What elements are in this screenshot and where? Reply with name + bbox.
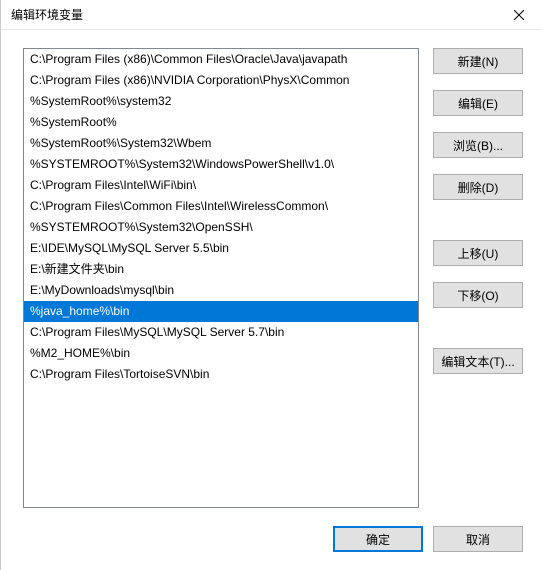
list-item[interactable]: C:\Program Files\Intel\WiFi\bin\ — [24, 175, 418, 196]
edit-env-var-dialog: 编辑环境变量 C:\Program Files (x86)\Common Fil… — [0, 0, 541, 570]
move-up-button[interactable]: 上移(U) — [433, 240, 523, 266]
list-item[interactable]: %SYSTEMROOT%\System32\OpenSSH\ — [24, 217, 418, 238]
path-listbox[interactable]: C:\Program Files (x86)\Common Files\Orac… — [23, 48, 419, 508]
list-item[interactable]: E:\MyDownloads\mysql\bin — [24, 280, 418, 301]
list-item[interactable]: %SYSTEMROOT%\System32\WindowsPowerShell\… — [24, 154, 418, 175]
list-item[interactable]: E:\新建文件夹\bin — [24, 259, 418, 280]
browse-button[interactable]: 浏览(B)... — [433, 132, 523, 158]
move-down-button[interactable]: 下移(O) — [433, 282, 523, 308]
list-item[interactable]: C:\Program Files (x86)\Common Files\Orac… — [24, 49, 418, 70]
close-button[interactable] — [496, 0, 541, 30]
list-item[interactable]: E:\IDE\MySQL\MySQL Server 5.5\bin — [24, 238, 418, 259]
titlebar: 编辑环境变量 — [1, 0, 541, 30]
edit-button[interactable]: 编辑(E) — [433, 90, 523, 116]
delete-button[interactable]: 删除(D) — [433, 174, 523, 200]
content-area: C:\Program Files (x86)\Common Files\Orac… — [1, 30, 541, 508]
footer: 确定 取消 — [1, 508, 541, 570]
list-item[interactable]: %SystemRoot%\System32\Wbem — [24, 133, 418, 154]
dialog-title: 编辑环境变量 — [11, 6, 496, 23]
list-item[interactable]: %java_home%\bin — [24, 301, 418, 322]
cancel-button[interactable]: 取消 — [433, 526, 523, 552]
list-item[interactable]: C:\Program Files\TortoiseSVN\bin — [24, 364, 418, 385]
list-item[interactable]: %SystemRoot%\system32 — [24, 91, 418, 112]
edit-text-button[interactable]: 编辑文本(T)... — [433, 348, 523, 374]
close-icon — [514, 10, 524, 20]
list-item[interactable]: C:\Program Files\Common Files\Intel\Wire… — [24, 196, 418, 217]
side-button-column: 新建(N) 编辑(E) 浏览(B)... 删除(D) 上移(U) 下移(O) 编… — [433, 48, 523, 508]
list-item[interactable]: C:\Program Files\MySQL\MySQL Server 5.7\… — [24, 322, 418, 343]
list-item[interactable]: %M2_HOME%\bin — [24, 343, 418, 364]
new-button[interactable]: 新建(N) — [433, 48, 523, 74]
ok-button[interactable]: 确定 — [333, 526, 423, 552]
list-item[interactable]: C:\Program Files (x86)\NVIDIA Corporatio… — [24, 70, 418, 91]
list-item[interactable]: %SystemRoot% — [24, 112, 418, 133]
